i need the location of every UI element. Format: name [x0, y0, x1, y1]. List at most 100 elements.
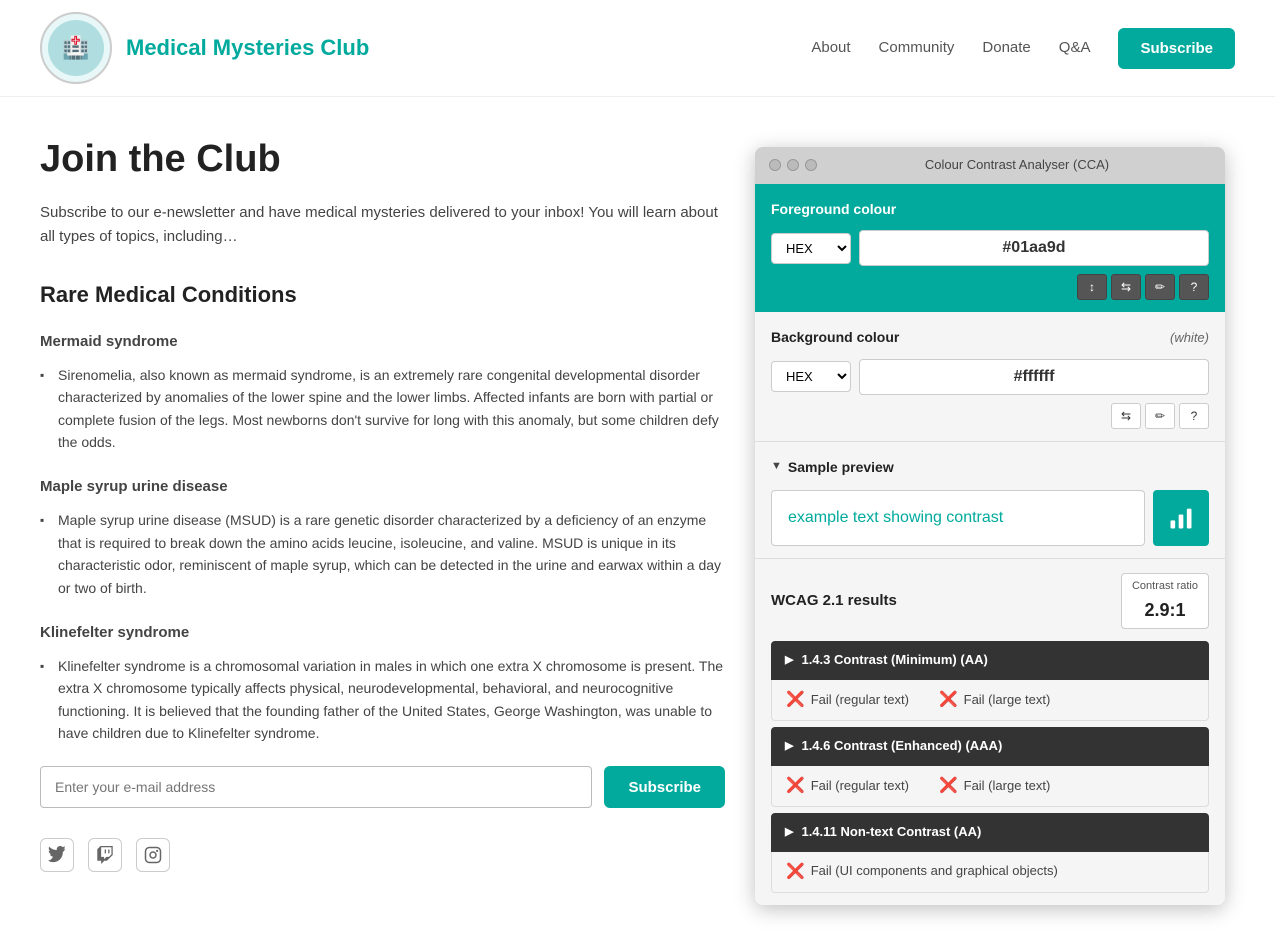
fg-tool-help[interactable]: ? [1179, 274, 1209, 300]
result-label-1-4-6-large: Fail (large text) [964, 776, 1051, 797]
collapse-icon[interactable]: ▼ [771, 458, 782, 476]
condition-title-2: Klinefelter syndrome [40, 621, 725, 645]
social-icons [40, 838, 725, 872]
play-icon-1-4-6: ▶ [785, 738, 793, 756]
main-content: Join the Club Subscribe to our e-newslet… [0, 97, 1275, 945]
fg-value-input[interactable] [859, 230, 1209, 266]
criterion-1-4-6-results: ❌ Fail (regular text) ❌ Fail (large text… [771, 766, 1209, 807]
condition-item-2: Klinefelter syndrome is a chromosomal va… [40, 655, 725, 745]
result-label-1-4-3-large: Fail (large text) [964, 690, 1051, 711]
bg-tool-arrows[interactable]: ⇆ [1111, 403, 1141, 429]
wcag-label: WCAG 2.1 results [771, 589, 897, 613]
criterion-1-4-6-label: 1.4.6 Contrast (Enhanced) (AAA) [801, 736, 1002, 757]
header-nav: About Community Donate Q&A Subscribe [811, 28, 1235, 69]
criterion-1-4-11: ▶ 1.4.11 Non-text Contrast (AA) ❌ Fail (… [771, 813, 1209, 893]
bg-white-label: (white) [1170, 328, 1209, 349]
fail-icon-4: ❌ [939, 774, 958, 798]
result-1-4-6-regular: ❌ Fail (regular text) [786, 774, 909, 798]
fg-label: Foreground colour [771, 198, 1209, 220]
instagram-icon[interactable] [136, 838, 170, 872]
result-1-4-3-large: ❌ Fail (large text) [939, 688, 1050, 712]
sample-header-row: ▼ Sample preview [771, 456, 1209, 478]
fg-tool-pencil[interactable]: ✏ [1145, 274, 1175, 300]
left-column: Join the Club Subscribe to our e-newslet… [40, 137, 725, 905]
fail-icon-3: ❌ [786, 774, 805, 798]
criterion-1-4-11-header[interactable]: ▶ 1.4.11 Non-text Contrast (AA) [771, 813, 1209, 852]
email-input[interactable] [40, 766, 592, 808]
result-label-1-4-11-ui: Fail (UI components and graphical object… [811, 861, 1058, 882]
page-heading: Join the Club [40, 137, 725, 183]
logo: 🏥 [40, 12, 112, 84]
bg-tools-row: ⇆ ✏ ? [771, 403, 1209, 429]
subscribe-button[interactable]: Subscribe [604, 766, 725, 808]
cca-window: Colour Contrast Analyser (CCA) Foregroun… [755, 147, 1225, 905]
site-title: Medical Mysteries Club [126, 30, 369, 65]
twitch-icon[interactable] [88, 838, 122, 872]
contrast-ratio-box: Contrast ratio 2.9:1 [1121, 573, 1209, 629]
play-icon-1-4-11: ▶ [785, 824, 793, 842]
condition-item-1: Maple syrup urine disease (MSUD) is a ra… [40, 509, 725, 599]
criterion-1-4-6-header[interactable]: ▶ 1.4.6 Contrast (Enhanced) (AAA) [771, 727, 1209, 766]
contrast-ratio-value: 2.9:1 [1132, 596, 1198, 625]
result-label-1-4-3-regular: Fail (regular text) [811, 690, 909, 711]
wcag-section: WCAG 2.1 results Contrast ratio 2.9:1 ▶ … [755, 559, 1225, 905]
condition-list-1: Maple syrup urine disease (MSUD) is a ra… [40, 509, 725, 599]
wcag-header-row: WCAG 2.1 results Contrast ratio 2.9:1 [771, 573, 1209, 629]
criterion-1-4-3-header[interactable]: ▶ 1.4.3 Contrast (Minimum) (AA) [771, 641, 1209, 680]
fg-section: Foreground colour HEX RGB HSL ↕ ⇆ ✏ ? [755, 184, 1225, 312]
header-left: 🏥 Medical Mysteries Club [40, 12, 369, 84]
criterion-1-4-3: ▶ 1.4.3 Contrast (Minimum) (AA) ❌ Fail (… [771, 641, 1209, 721]
sample-section: ▼ Sample preview example text showing co… [755, 442, 1225, 559]
fg-tool-swap[interactable]: ↕ [1077, 274, 1107, 300]
traffic-light-red[interactable] [769, 159, 781, 171]
rare-conditions-heading: Rare Medical Conditions [40, 277, 725, 312]
condition-list-0: Sirenomelia, also known as mermaid syndr… [40, 364, 725, 454]
fg-tools-row: ↕ ⇆ ✏ ? [771, 274, 1209, 300]
bg-tool-pencil[interactable]: ✏ [1145, 403, 1175, 429]
condition-item-0: Sirenomelia, also known as mermaid syndr… [40, 364, 725, 454]
traffic-light-yellow[interactable] [787, 159, 799, 171]
result-1-4-3-regular: ❌ Fail (regular text) [786, 688, 909, 712]
result-1-4-11-ui: ❌ Fail (UI components and graphical obje… [786, 860, 1194, 884]
sample-preview-row: example text showing contrast [771, 490, 1209, 546]
fail-icon-1: ❌ [786, 688, 805, 712]
nav-community[interactable]: Community [879, 36, 955, 60]
criterion-1-4-3-results: ❌ Fail (regular text) ❌ Fail (large text… [771, 680, 1209, 721]
bg-tool-help[interactable]: ? [1179, 403, 1209, 429]
criterion-1-4-6: ▶ 1.4.6 Contrast (Enhanced) (AAA) ❌ Fail… [771, 727, 1209, 807]
sample-chart-button[interactable] [1153, 490, 1209, 546]
fg-format-select[interactable]: HEX RGB HSL [771, 233, 851, 264]
header: 🏥 Medical Mysteries Club About Community… [0, 0, 1275, 97]
bg-label: Background colour [771, 326, 899, 348]
bg-section: Background colour (white) HEX RGB ⇆ ✏ ? [755, 312, 1225, 442]
sample-label: Sample preview [788, 456, 894, 478]
traffic-light-green[interactable] [805, 159, 817, 171]
contrast-ratio-title: Contrast ratio [1132, 578, 1198, 596]
twitter-icon[interactable] [40, 838, 74, 872]
fail-icon-2: ❌ [939, 688, 958, 712]
fail-icon-5: ❌ [786, 860, 805, 884]
header-subscribe-button[interactable]: Subscribe [1118, 28, 1235, 69]
condition-title-0: Mermaid syndrome [40, 330, 725, 354]
right-column: Colour Contrast Analyser (CCA) Foregroun… [755, 137, 1235, 905]
nav-about[interactable]: About [811, 36, 850, 60]
email-row: Subscribe [40, 766, 725, 808]
condition-list-2: Klinefelter syndrome is a chromosomal va… [40, 655, 725, 745]
bg-input-row: HEX RGB [771, 359, 1209, 395]
criterion-1-4-11-results: ❌ Fail (UI components and graphical obje… [771, 852, 1209, 893]
cca-titlebar: Colour Contrast Analyser (CCA) [755, 147, 1225, 184]
bg-header-row: Background colour (white) [771, 326, 1209, 349]
logo-inner: 🏥 [48, 20, 104, 76]
criterion-1-4-3-label: 1.4.3 Contrast (Minimum) (AA) [801, 650, 987, 671]
nav-qa[interactable]: Q&A [1059, 36, 1091, 60]
play-icon-1-4-3: ▶ [785, 652, 793, 670]
criterion-1-4-11-label: 1.4.11 Non-text Contrast (AA) [801, 822, 981, 843]
cca-title: Colour Contrast Analyser (CCA) [823, 155, 1211, 176]
nav-donate[interactable]: Donate [982, 36, 1030, 60]
result-1-4-6-large: ❌ Fail (large text) [939, 774, 1050, 798]
fg-tool-arrows[interactable]: ⇆ [1111, 274, 1141, 300]
result-label-1-4-6-regular: Fail (regular text) [811, 776, 909, 797]
intro-text: Subscribe to our e-newsletter and have m… [40, 201, 725, 249]
bg-format-select[interactable]: HEX RGB [771, 361, 851, 392]
bg-value-input[interactable] [859, 359, 1209, 395]
